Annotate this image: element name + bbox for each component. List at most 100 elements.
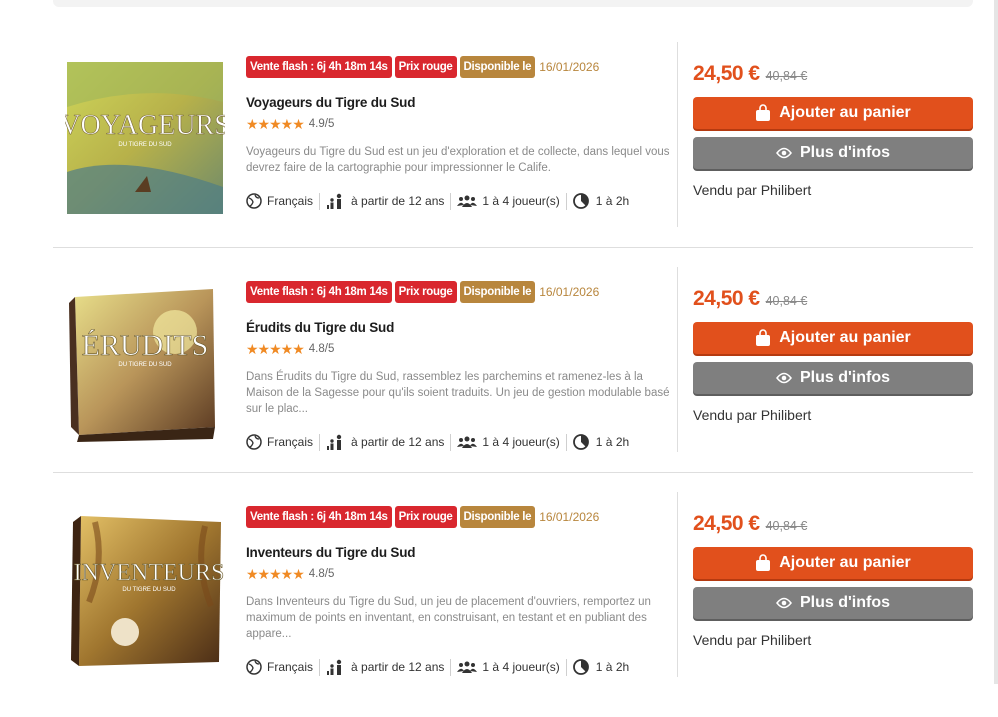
old-price: 40,84 € [765,519,808,533]
current-price: 24,50 € [693,512,760,535]
seller-label: Vendu par Philibert [693,632,812,648]
more-info-label: Plus d'infos [799,144,891,161]
buy-box: 24,50 € 40,84 € Ajouter au panier Plus d… [693,62,973,198]
more-info-label: Plus d'infos [799,369,891,386]
top-toolbar-edge [53,0,973,7]
rating-stars-icon: ★★★★★ [246,340,305,357]
svg-text:DU TIGRE DU SUD: DU TIGRE DU SUD [122,587,176,593]
availability-badge: Disponible le [459,56,536,78]
availability-date: 16/01/2026 [539,60,600,74]
players-label: 1 à 4 joueur(s) [482,435,560,449]
add-to-cart-button[interactable]: Ajouter au panier [693,547,973,579]
product-title[interactable]: Érudits du Tigre du Sud [246,320,676,335]
old-price: 40,84 € [765,69,808,83]
family-age-icon [327,434,342,450]
column-divider [677,42,678,227]
current-price: 24,50 € [693,62,760,85]
players-icon [457,436,478,448]
column-divider [677,492,678,677]
product-meta: Français à partir de 12 ans 1 à 4 joueur… [246,433,676,451]
duration-label: 1 à 2h [595,435,630,449]
svg-text:DU TIGRE DU SUD: DU TIGRE DU SUD [118,142,172,148]
players-icon [457,661,478,673]
product-rating: ★★★★★ 4.9/5 [246,115,676,132]
eye-icon [776,597,792,609]
rating-value: 4.9/5 [308,118,335,130]
product-image-inventeurs[interactable]: INVENTEURS DU TIGRE DU SUD [65,502,225,667]
old-price: 40,84 € [765,294,808,308]
family-age-icon [327,193,342,209]
clock-icon [572,193,589,209]
duration-label: 1 à 2h [595,194,630,208]
rating-value: 4.8/5 [308,343,335,355]
seller-label: Vendu par Philibert [693,182,812,198]
product-description: Dans Érudits du Tigre du Sud, rassemblez… [246,371,670,415]
current-price: 24,50 € [693,287,760,310]
age-label: à partir de 12 ans [351,194,445,208]
seller-label: Vendu par Philibert [693,407,812,423]
language-label: Français [267,194,314,208]
clock-icon [572,659,589,675]
product-image-voyageurs[interactable]: VOYAGEURS DU TIGRE DU SUD [65,52,225,217]
product-separator [53,472,973,473]
age-label: à partir de 12 ans [351,660,445,674]
players-icon [457,195,478,207]
more-info-button[interactable]: Plus d'infos [693,137,973,169]
column-divider [677,267,678,452]
page-scrollbar[interactable] [994,0,998,684]
product-meta: Français à partir de 12 ans 1 à 4 joueur… [246,658,676,676]
globe-icon [246,659,262,675]
more-info-button[interactable]: Plus d'infos [693,362,973,394]
players-label: 1 à 4 joueur(s) [482,660,560,674]
product-title[interactable]: Inventeurs du Tigre du Sud [246,545,676,560]
shopping-bag-icon [756,104,771,121]
language-label: Français [267,435,314,449]
buy-box: 24,50 € 40,84 € Ajouter au panier Plus d… [693,287,973,423]
rating-value: 4.8/5 [308,568,335,580]
product-rating: ★★★★★ 4.8/5 [246,565,676,582]
svg-text:ÉRUDITS: ÉRUDITS [82,329,209,362]
svg-text:DU TIGRE DU SUD: DU TIGRE DU SUD [118,362,172,368]
svg-text:INVENTEURS: INVENTEURS [74,560,225,586]
product-meta: Français à partir de 12 ans 1 à 4 joueur… [246,192,676,210]
product-description: Dans Inventeurs du Tigre du Sud, un jeu … [246,596,651,640]
clock-icon [572,434,589,450]
availability-date: 16/01/2026 [539,510,600,524]
language-label: Français [267,660,314,674]
availability-badge: Disponible le [459,281,536,303]
product-card: VOYAGEURS DU TIGRE DU SUD Vente flash : … [53,42,973,267]
family-age-icon [327,659,342,675]
rating-stars-icon: ★★★★★ [246,115,305,132]
flash-sale-badge: Vente flash : 6j 4h 18m 14s [246,281,392,303]
add-to-cart-label: Ajouter au panier [779,329,911,346]
buy-box: 24,50 € 40,84 € Ajouter au panier Plus d… [693,512,973,648]
more-info-button[interactable]: Plus d'infos [693,587,973,619]
rating-stars-icon: ★★★★★ [246,565,305,582]
eye-icon [776,147,792,159]
add-to-cart-label: Ajouter au panier [779,554,911,571]
shopping-bag-icon [756,329,771,346]
globe-icon [246,434,262,450]
availability-badge: Disponible le [459,506,536,528]
add-to-cart-button[interactable]: Ajouter au panier [693,322,973,354]
product-rating: ★★★★★ 4.8/5 [246,340,676,357]
flash-sale-badge: Vente flash : 6j 4h 18m 14s [246,56,392,78]
eye-icon [776,372,792,384]
product-separator [53,247,973,248]
svg-text:VOYAGEURS: VOYAGEURS [65,110,225,141]
shopping-bag-icon [756,554,771,571]
product-title[interactable]: Voyageurs du Tigre du Sud [246,95,676,110]
add-to-cart-label: Ajouter au panier [779,104,911,121]
red-price-badge: Prix rouge [394,281,457,303]
add-to-cart-button[interactable]: Ajouter au panier [693,97,973,129]
product-description: Voyageurs du Tigre du Sud est un jeu d'e… [246,146,670,174]
duration-label: 1 à 2h [595,660,630,674]
globe-icon [246,193,262,209]
product-card: ÉRUDITS DU TIGRE DU SUD Vente flash : 6j… [53,267,973,492]
product-image-erudits[interactable]: ÉRUDITS DU TIGRE DU SUD [65,277,225,442]
age-label: à partir de 12 ans [351,435,445,449]
more-info-label: Plus d'infos [799,594,891,611]
availability-date: 16/01/2026 [539,285,600,299]
flash-sale-badge: Vente flash : 6j 4h 18m 14s [246,506,392,528]
red-price-badge: Prix rouge [394,56,457,78]
